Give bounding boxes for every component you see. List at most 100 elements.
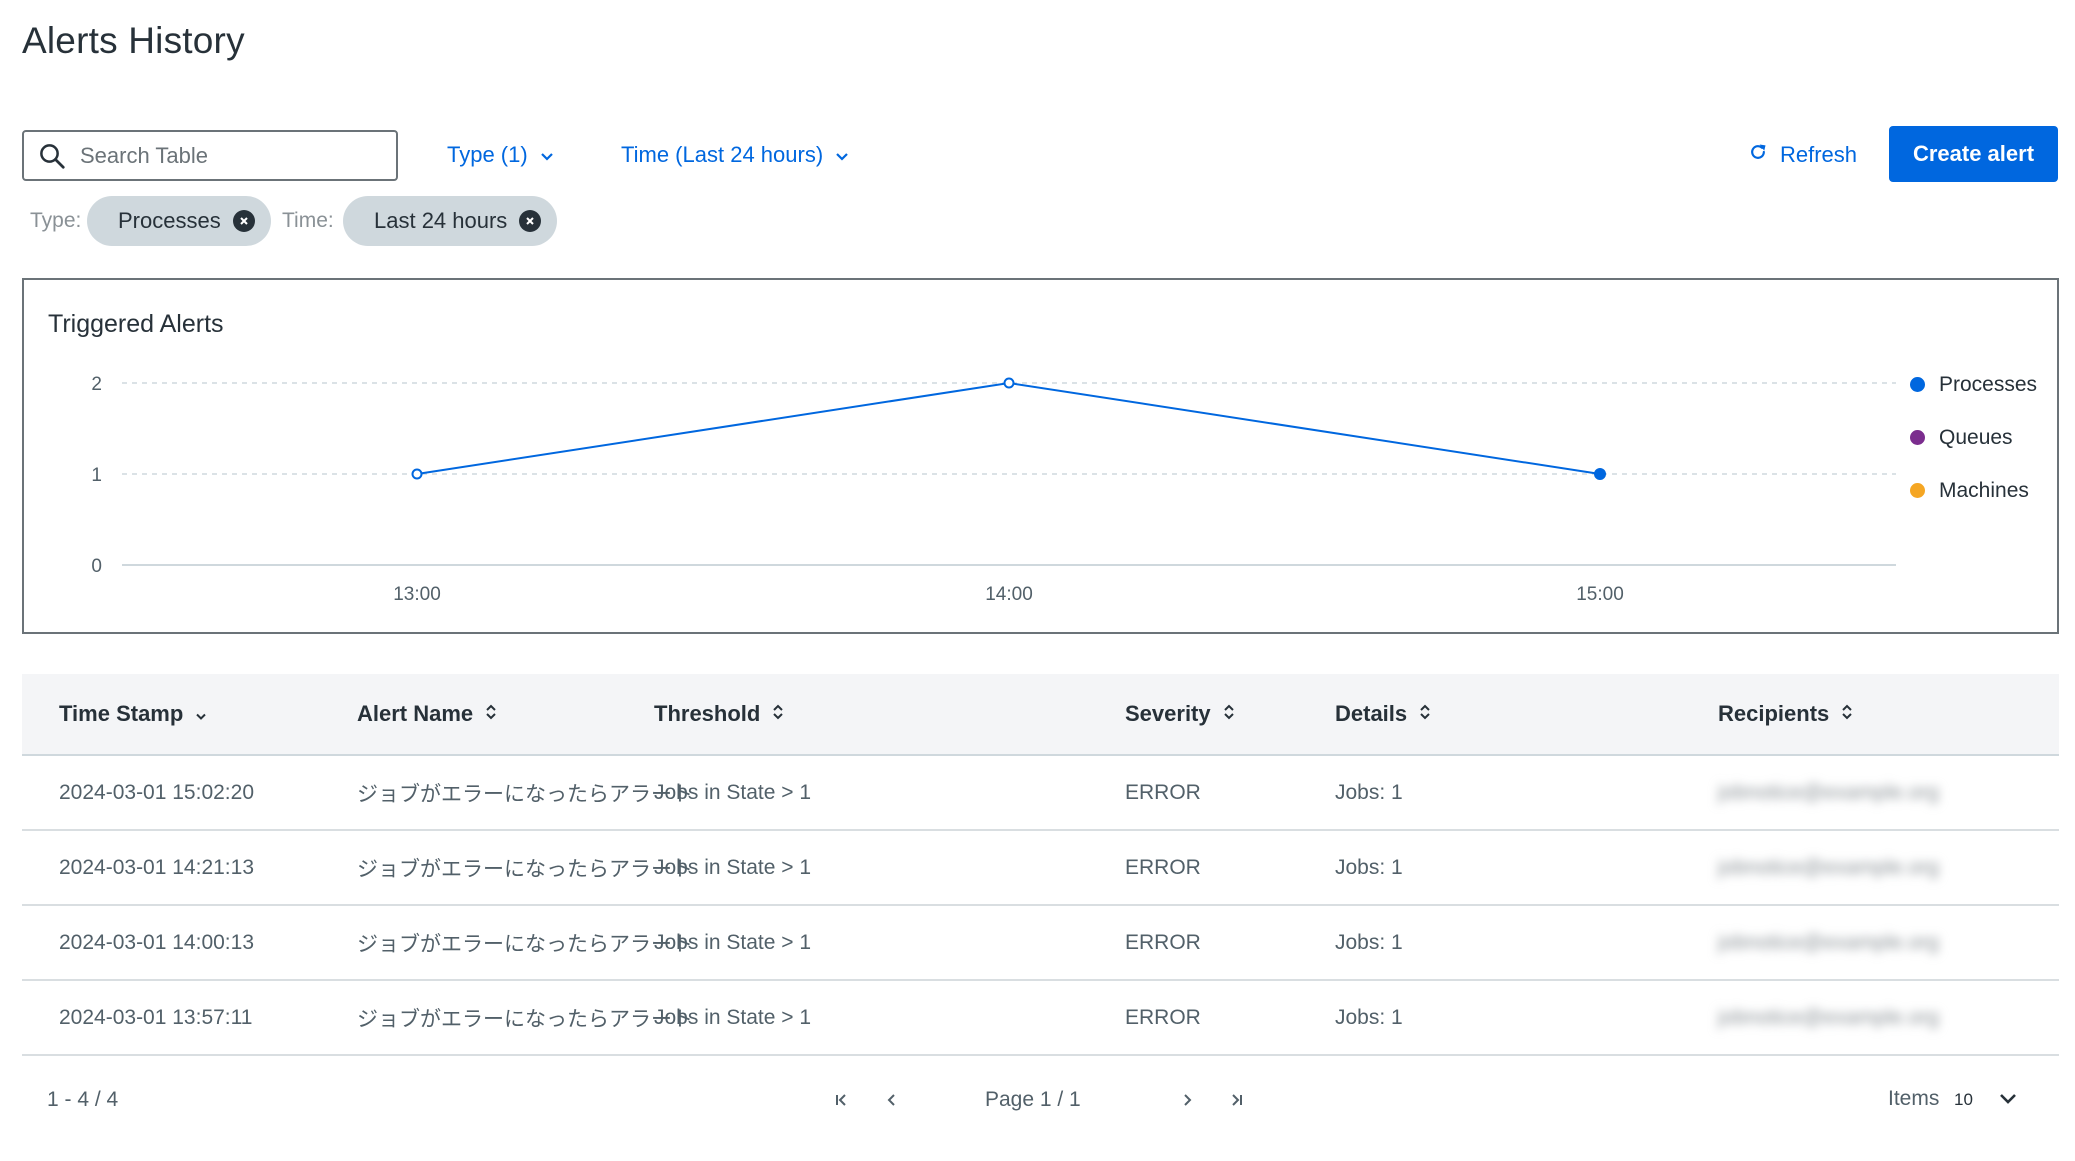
legend-dot-icon	[1910, 377, 1925, 392]
column-header-recipients[interactable]: Recipients	[1718, 674, 1853, 754]
time-chip-value: Last 24 hours	[374, 208, 508, 233]
cell-severity: ERROR	[1125, 855, 1201, 879]
column-header-threshold[interactable]: Threshold	[654, 674, 784, 754]
time-filter-chip: Last 24 hours	[343, 196, 558, 246]
time-filter-dropdown[interactable]: Time (Last 24 hours)	[621, 138, 849, 172]
chevron-down-icon	[540, 142, 554, 168]
sort-icon	[485, 701, 497, 727]
search-input[interactable]	[80, 142, 380, 169]
cell-recipients: jobnotice@example.org	[1718, 930, 1939, 954]
legend-dot-icon	[1910, 483, 1925, 498]
cell-severity: ERROR	[1125, 1005, 1201, 1029]
x-tick-label: 13:00	[393, 584, 441, 605]
refresh-icon	[1748, 142, 1768, 168]
cell-threshold: Jobs in State > 1	[654, 1005, 812, 1029]
x-tick-label: 15:00	[1576, 584, 1624, 605]
sort-icon	[1419, 701, 1431, 727]
page-indicator: Page 1 / 1	[985, 1088, 1081, 1111]
legend-item-queues[interactable]: Queues	[1910, 411, 2037, 464]
items-per-page-value: 10	[1954, 1090, 1973, 1109]
data-point	[411, 468, 423, 480]
cell-recipients: jobnotice@example.org	[1718, 855, 1939, 879]
cell-alert-name: ジョブがエラーになったらアラート	[357, 857, 693, 881]
series-line-processes	[416, 381, 1601, 475]
previous-page-button[interactable]	[877, 1082, 907, 1118]
cell-time-stamp: 2024-03-01 13:57:11	[59, 1005, 253, 1029]
legend-label: Queues	[1939, 425, 2013, 449]
y-tick-label: 2	[91, 374, 102, 395]
legend-item-machines[interactable]: Machines	[1910, 464, 2037, 517]
column-header-details[interactable]: Details	[1335, 674, 1431, 754]
type-filter-chip: Processes	[87, 196, 271, 246]
last-page-button[interactable]	[1221, 1082, 1251, 1118]
table-header: Time Stamp Alert Name Threshold Severity…	[22, 674, 2059, 756]
y-tick-label: 1	[91, 465, 102, 486]
time-chip-label: Time:	[282, 209, 334, 232]
cell-details: Jobs: 1	[1335, 1005, 1403, 1029]
chevron-down-icon	[835, 142, 849, 168]
cell-time-stamp: 2024-03-01 15:02:20	[59, 780, 254, 804]
column-header-severity[interactable]: Severity	[1125, 674, 1235, 754]
column-header-label: Threshold	[654, 701, 761, 726]
first-page-icon	[836, 1094, 846, 1106]
refresh-label: Refresh	[1780, 142, 1858, 167]
type-chip-label: Type:	[30, 209, 82, 232]
search-field[interactable]	[22, 130, 398, 181]
page-title: Alerts History	[22, 20, 245, 61]
pagination-bar: 1 - 4 / 4 Page 1 / 1 Items 10	[22, 1070, 2059, 1130]
cell-threshold: Jobs in State > 1	[654, 855, 812, 879]
create-alert-button[interactable]: Create alert	[1889, 126, 2058, 182]
sort-icon	[1223, 701, 1235, 727]
pagination-range: 1 - 4 / 4	[47, 1088, 119, 1111]
legend-label: Processes	[1939, 372, 2038, 396]
line-chart: 0 1 2 13:00 14:00 15:00	[91, 374, 1896, 605]
legend-label: Machines	[1939, 478, 2029, 502]
last-page-icon	[1232, 1094, 1242, 1106]
type-filter-dropdown[interactable]: Type (1)	[447, 138, 554, 172]
chart-legend: Processes Queues Machines	[1910, 358, 2037, 517]
cell-recipients: jobnotice@example.org	[1718, 1005, 1939, 1029]
column-header-label: Time Stamp	[59, 701, 184, 726]
type-filter-label: Type (1)	[447, 142, 528, 167]
type-chip-value: Processes	[118, 208, 221, 233]
cell-time-stamp: 2024-03-01 14:21:13	[59, 855, 254, 879]
data-point	[1594, 468, 1606, 480]
remove-chip-icon[interactable]	[519, 210, 542, 232]
first-page-button[interactable]	[827, 1082, 857, 1118]
legend-dot-icon	[1910, 430, 1925, 445]
sort-desc-icon	[195, 701, 207, 727]
chevron-down-icon	[1999, 1090, 2017, 1110]
remove-chip-icon[interactable]	[232, 210, 255, 232]
column-header-label: Alert Name	[357, 701, 474, 726]
sort-icon	[772, 701, 784, 727]
table-row[interactable]: 2024-03-01 15:02:20 ジョブがエラーになったらアラート Job…	[22, 756, 2059, 831]
triggered-alerts-chart: Triggered Alerts 0 1 2 13:00 14:00 15:00 Proc…	[22, 278, 2059, 634]
cell-time-stamp: 2024-03-01 14:00:13	[59, 930, 254, 954]
cell-alert-name: ジョブがエラーになったらアラート	[357, 782, 693, 806]
column-header-alert-name[interactable]: Alert Name	[357, 674, 497, 754]
cell-details: Jobs: 1	[1335, 855, 1403, 879]
table-row[interactable]: 2024-03-01 14:00:13 ジョブがエラーになったらアラート Job…	[22, 906, 2059, 981]
cell-recipients: jobnotice@example.org	[1718, 780, 1939, 804]
refresh-button[interactable]: Refresh	[1748, 138, 1857, 172]
column-header-label: Recipients	[1718, 701, 1830, 726]
cell-threshold: Jobs in State > 1	[654, 780, 812, 804]
cell-details: Jobs: 1	[1335, 930, 1403, 954]
items-per-page-select[interactable]: 10	[1954, 1082, 2017, 1118]
chevron-right-icon	[1184, 1094, 1192, 1106]
table-row[interactable]: 2024-03-01 14:21:13 ジョブがエラーになったらアラート Job…	[22, 831, 2059, 906]
legend-item-processes[interactable]: Processes	[1910, 358, 2037, 411]
cell-details: Jobs: 1	[1335, 780, 1403, 804]
table-row[interactable]: 2024-03-01 13:57:11 ジョブがエラーになったらアラート Job…	[22, 981, 2059, 1056]
next-page-button[interactable]	[1172, 1082, 1202, 1118]
time-filter-label: Time (Last 24 hours)	[621, 142, 824, 167]
column-header-time-stamp[interactable]: Time Stamp	[59, 674, 207, 754]
cell-alert-name: ジョブがエラーになったらアラート	[357, 1007, 693, 1031]
cell-severity: ERROR	[1125, 780, 1201, 804]
data-point	[1003, 377, 1015, 389]
cell-threshold: Jobs in State > 1	[654, 930, 812, 954]
column-header-label: Severity	[1125, 701, 1211, 726]
alerts-table: Time Stamp Alert Name Threshold Severity…	[22, 674, 2059, 1056]
chevron-left-icon	[887, 1094, 895, 1106]
y-tick-label: 0	[91, 556, 102, 577]
